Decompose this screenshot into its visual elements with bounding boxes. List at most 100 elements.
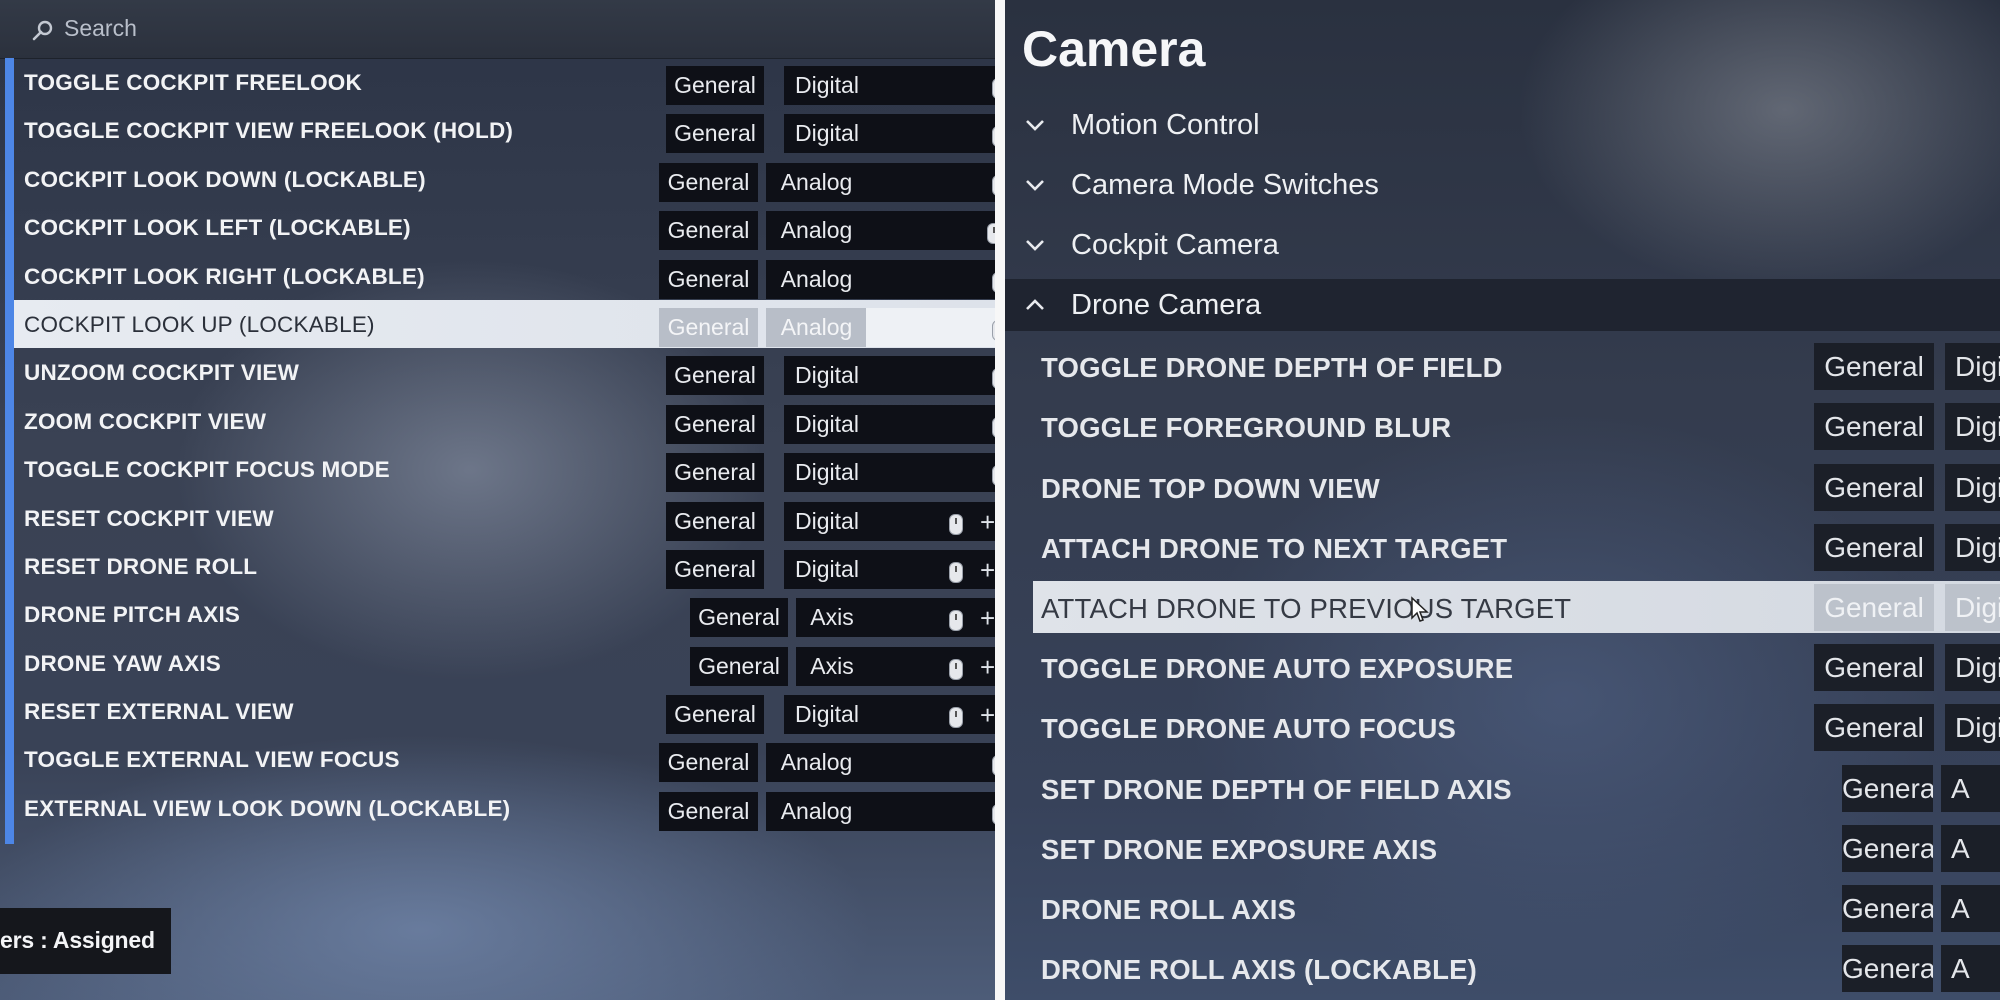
binding-row[interactable]: ATTACH DRONE TO NEXT TARGET General Digi [1033,521,2000,573]
input-type-chip[interactable]: A [1941,945,2000,992]
input-type-chip[interactable]: Digi [1945,644,2000,691]
input-type-chip[interactable]: Digi [1945,343,2000,390]
binding-row[interactable]: TOGGLE DRONE AUTO FOCUS General Digi [1033,701,2000,753]
binding-row[interactable]: TOGGLE COCKPIT VIEW FREELOOK (HOLD) Gener… [14,106,995,154]
binding-row[interactable]: TOGGLE COCKPIT FOCUS MODE General Digital [14,445,995,493]
category-chip[interactable]: General [690,598,788,638]
binding-row[interactable]: RESET DRONE ROLL General Digital + [14,542,995,590]
category-chip[interactable]: General [1842,945,1933,992]
category-chip[interactable]: General [659,743,758,783]
input-type-chip[interactable]: Digital [784,404,870,444]
key-binding-cell[interactable] [866,404,995,444]
binding-row[interactable]: EXTERNAL VIEW LOOK DOWN (LOCKABLE) Genera… [14,784,995,832]
input-type-chip[interactable]: Axis [796,646,868,686]
binding-row[interactable]: UNZOOM COCKPIT VIEW General Digital [14,348,995,396]
input-type-chip[interactable]: Digital [784,501,870,541]
category-chip[interactable]: General [659,791,758,831]
input-type-chip[interactable]: Digi [1945,704,2000,751]
binding-row[interactable]: DRONE ROLL AXIS (LOCKABLE) General A [1033,942,2000,994]
input-type-chip[interactable]: Digi [1945,403,2000,450]
category-chip[interactable]: General [666,66,764,105]
input-type-chip[interactable]: A [1941,825,2000,872]
category-chip[interactable]: General [659,307,758,347]
input-type-chip[interactable]: A [1941,885,2000,932]
binding-row[interactable]: TOGGLE EXTERNAL VIEW FOCUS General Analog [14,735,995,783]
key-binding-cell[interactable]: + [866,646,995,686]
binding-row[interactable]: COCKPIT LOOK DOWN (LOCKABLE) General Analo… [14,155,995,203]
input-type-chip[interactable]: Digital [784,114,870,154]
binding-row[interactable]: ATTACH DRONE TO PREVIOUS TARGET General Di… [1033,581,2000,633]
key-binding-cell[interactable] [866,791,995,831]
input-type-chip[interactable]: Analog [766,162,867,202]
input-type-chip[interactable]: Analog [766,211,867,251]
binding-row[interactable]: RESET COCKPIT VIEW General Digital + [14,494,995,542]
binding-row[interactable]: DRONE YAW AXIS General Axis + [14,639,995,687]
binding-row[interactable]: DRONE TOP DOWN VIEW General Digi [1033,461,2000,513]
input-type-chip[interactable]: Digital [784,66,870,105]
binding-row[interactable]: ZOOM COCKPIT VIEW General Digital [14,397,995,445]
category-chip[interactable]: General [1814,584,1934,631]
input-type-chip[interactable]: Digital [784,453,870,493]
category-chip[interactable]: General [1814,644,1934,691]
input-type-chip[interactable]: Digital [784,549,870,589]
input-type-chip[interactable]: Digi [1945,464,2000,511]
input-type-chip[interactable]: Analog [766,791,867,831]
category-chip[interactable]: General [1814,343,1934,390]
binding-row[interactable]: RESET EXTERNAL VIEW General Digital + [14,687,995,735]
input-type-chip[interactable]: Analog [766,307,867,347]
input-type-chip[interactable]: Digi [1945,524,2000,571]
key-binding-cell[interactable] [866,114,995,154]
binding-row[interactable]: COCKPIT LOOK RIGHT (LOCKABLE) General Anal… [14,252,995,300]
category-chip[interactable]: General [690,646,788,686]
key-binding-cell[interactable]: + [866,695,995,735]
category-chip[interactable]: General [666,404,764,444]
category-chip[interactable]: General [659,162,758,202]
category-chip[interactable]: General [666,453,764,493]
category-drone-camera[interactable]: Drone Camera [1005,279,2000,331]
binding-row[interactable]: COCKPIT LOOK LEFT (LOCKABLE) General Analo… [14,203,995,251]
binding-row[interactable]: TOGGLE DRONE AUTO EXPOSURE General Digi [1033,641,2000,693]
category-chip[interactable]: General [1842,765,1933,812]
key-binding-cell[interactable] [866,356,995,396]
category-cockpit-camera[interactable]: Cockpit Camera [1005,219,2000,271]
category-chip[interactable]: General [659,259,758,299]
key-binding-cell[interactable] [866,259,995,299]
binding-row[interactable]: SET DRONE DEPTH OF FIELD AXIS General A [1033,762,2000,814]
key-binding-cell[interactable]: + [866,501,995,541]
category-chip[interactable]: General [1842,885,1933,932]
binding-row[interactable]: TOGGLE DRONE DEPTH OF FIELD General Digi [1033,340,2000,392]
input-type-chip[interactable]: Analog [766,259,867,299]
key-binding-cell[interactable] [866,743,995,783]
category-chip[interactable]: General [659,211,758,251]
binding-row[interactable]: COCKPIT LOOK UP (LOCKABLE) General Analog [14,299,995,349]
category-chip[interactable]: General [666,114,764,154]
input-type-chip[interactable]: A [1941,765,2000,812]
category-chip[interactable]: General [666,501,764,541]
category-chip[interactable]: General [666,356,764,396]
category-chip[interactable]: General [1814,403,1934,450]
category-chip[interactable]: General [666,549,764,589]
search-bar[interactable]: Search [0,0,995,59]
category-chip[interactable]: General [666,695,764,735]
category-camera-mode-switches[interactable]: Camera Mode Switches [1005,159,2000,211]
category-chip[interactable]: General [1814,524,1934,571]
key-binding-cell[interactable] [866,162,995,202]
key-binding-cell[interactable] [866,453,995,493]
search-input[interactable]: Search [64,15,137,42]
binding-row[interactable]: DRONE PITCH AXIS General Axis + [14,590,995,638]
binding-row[interactable]: DRONE ROLL AXIS General A [1033,882,2000,934]
key-binding-cell[interactable]: + [866,549,995,589]
category-chip[interactable]: General [1814,704,1934,751]
binding-row[interactable]: TOGGLE COCKPIT FREELOOK General Digital [14,58,995,106]
key-binding-cell[interactable] [866,211,995,251]
input-type-chip[interactable]: Digital [784,695,870,735]
category-motion-control[interactable]: Motion Control [1005,99,2000,151]
key-binding-cell[interactable]: + [866,598,995,638]
input-type-chip[interactable]: Axis [796,598,868,638]
category-chip[interactable]: General [1814,464,1934,511]
category-chip[interactable]: General [1842,825,1933,872]
input-type-chip[interactable]: Digital [784,356,870,396]
key-binding-cell[interactable] [866,66,995,105]
input-type-chip[interactable]: Digi [1945,584,2000,631]
input-type-chip[interactable]: Analog [766,743,867,783]
